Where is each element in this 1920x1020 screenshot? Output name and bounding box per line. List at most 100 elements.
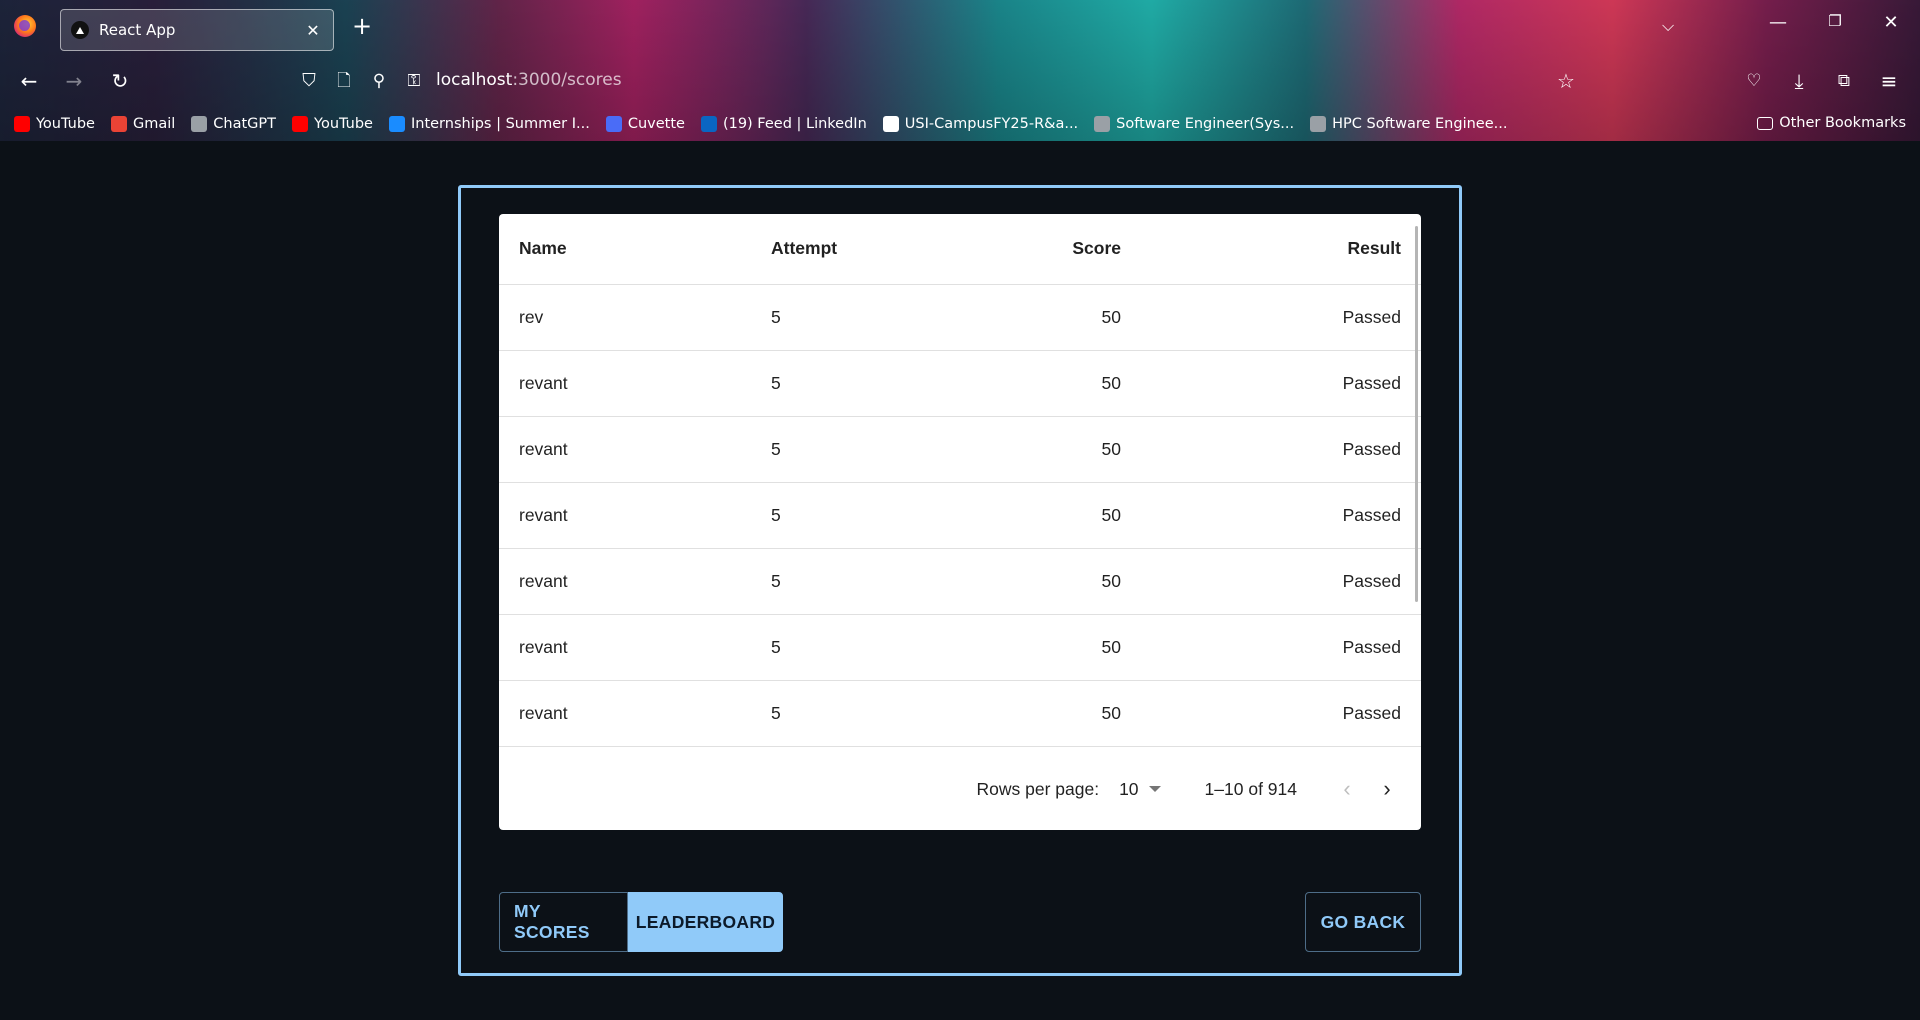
- tab-react-app[interactable]: React App ✕: [60, 9, 334, 51]
- bookmark-item[interactable]: (19) Feed | LinkedIn: [700, 116, 867, 132]
- header-score: Score: [951, 214, 1141, 285]
- bookmark-item[interactable]: USI-CampusFY25-R&a...: [882, 116, 1078, 132]
- tab-close-icon[interactable]: ✕: [303, 21, 323, 40]
- cell-name: revant: [499, 416, 751, 483]
- chatgpt-icon: [191, 116, 208, 132]
- bookmark-item[interactable]: ChatGPT: [191, 116, 276, 132]
- bookmark-item[interactable]: Software Engineer(Sys...: [1094, 116, 1294, 132]
- table-row: revant550Passed: [499, 416, 1421, 483]
- rows-per-page-select[interactable]: 10: [1119, 778, 1161, 800]
- cell-name: revant: [499, 548, 751, 615]
- bookmark-label: Cuvette: [627, 116, 685, 132]
- react-app-favicon-icon: [71, 21, 89, 39]
- bookmark-item[interactable]: Cuvette: [605, 116, 685, 132]
- back-arrow-icon[interactable]: ←: [16, 68, 42, 94]
- page-content: Name Attempt Score Result rev 5 50 Passed re…: [0, 141, 1920, 1020]
- minimize-icon[interactable]: —: [1763, 12, 1793, 33]
- cell-result: Passed: [1141, 680, 1421, 747]
- tab-bar: React App ✕ + ⌵ — ❐ ✕: [0, 0, 1920, 54]
- next-page-button[interactable]: ›: [1367, 769, 1407, 809]
- bookmark-label: YouTube: [36, 116, 95, 132]
- table-scrollbar[interactable]: [1415, 226, 1418, 602]
- table-row: rev 5 50 Passed: [499, 284, 1421, 351]
- cell-result: Passed: [1141, 284, 1421, 351]
- cell-score: 50: [951, 416, 1141, 483]
- cell-result: Passed: [1141, 482, 1421, 549]
- cell-score: 50: [951, 284, 1141, 351]
- cell-score: 50: [951, 680, 1141, 747]
- bookmark-item[interactable]: Internships | Summer I...: [388, 116, 590, 132]
- table-row: revant550Passed: [499, 482, 1421, 549]
- cell-attempt: 5: [751, 416, 951, 483]
- page-icon: [1310, 116, 1327, 132]
- bookmark-label: ChatGPT: [213, 116, 277, 132]
- bookmark-item[interactable]: YouTube: [292, 116, 373, 132]
- key-icon[interactable]: ⚿: [401, 68, 427, 94]
- new-tab-icon[interactable]: +: [350, 14, 374, 38]
- table-header-row: Name Attempt Score Result: [499, 214, 1421, 285]
- permissions-icon[interactable]: ⚲: [366, 68, 392, 94]
- cuvette-icon: [605, 116, 622, 132]
- cell-result: Passed: [1141, 416, 1421, 483]
- bookmark-star-icon[interactable]: ☆: [1553, 68, 1579, 94]
- scores-table: Name Attempt Score Result rev 5 50 Passed re…: [499, 214, 1421, 747]
- cell-attempt: 5: [751, 548, 951, 615]
- chevron-right-icon: ›: [1383, 776, 1391, 801]
- my-scores-button[interactable]: MY SCORES: [499, 892, 628, 952]
- shield-icon[interactable]: ⛉: [296, 68, 322, 94]
- restore-icon[interactable]: ❐: [1820, 12, 1850, 30]
- bookmark-label: Gmail: [132, 116, 176, 132]
- header-name: Name: [499, 214, 751, 285]
- other-bookmarks-label: Other Bookmarks: [1779, 115, 1906, 131]
- previous-page-button[interactable]: ‹: [1327, 769, 1367, 809]
- gmail-icon: [110, 116, 127, 132]
- table-scroll-area[interactable]: Name Attempt Score Result rev 5 50 Passed re…: [499, 214, 1421, 747]
- scores-panel: Name Attempt Score Result rev 5 50 Passed re…: [458, 185, 1462, 976]
- cell-name: revant: [499, 614, 751, 681]
- bookmark-label: (19) Feed | LinkedIn: [722, 116, 867, 132]
- cell-score: 50: [951, 548, 1141, 615]
- reload-icon[interactable]: ↻: [107, 68, 133, 94]
- cell-score: 50: [951, 746, 1141, 747]
- menu-hamburger-icon[interactable]: ≡: [1876, 68, 1902, 94]
- caret-down-icon: [1148, 786, 1161, 792]
- cell-attempt: 5: [751, 482, 951, 549]
- rows-per-page-value: 10: [1119, 778, 1139, 799]
- forward-arrow-icon[interactable]: →: [61, 68, 87, 94]
- table-row: revant550Passed: [499, 548, 1421, 615]
- linkedin-icon: [700, 116, 717, 132]
- youtube-icon: [14, 116, 30, 132]
- cell-attempt: 5: [751, 284, 951, 351]
- download-icon[interactable]: ⤓: [1786, 68, 1812, 94]
- url-path: :3000/scores: [512, 70, 622, 90]
- bookmark-item[interactable]: HPC Software Enginee...: [1310, 116, 1507, 132]
- cell-attempt: 5: [751, 350, 951, 417]
- table-row: revant550Passed: [499, 350, 1421, 417]
- cell-result: Passed: [1141, 746, 1421, 747]
- cell-name: revant: [499, 680, 751, 747]
- bookmark-label: Internships | Summer I...: [410, 116, 590, 132]
- chevron-down-icon[interactable]: ⌵: [1662, 16, 1674, 36]
- chevron-left-icon: ‹: [1343, 776, 1351, 801]
- other-bookmarks-folder[interactable]: Other Bookmarks: [1757, 115, 1906, 131]
- bookmarks-bar: YouTube Gmail ChatGPT YouTube Internships | …: [0, 110, 1920, 138]
- url-bar[interactable]: localhost:3000/scores: [436, 70, 622, 90]
- page-icon[interactable]: 🗋: [331, 68, 357, 94]
- pocket-icon[interactable]: ♡: [1741, 68, 1767, 94]
- cell-name: revant: [499, 482, 751, 549]
- firefox-logo-icon[interactable]: [14, 15, 36, 37]
- scores-table-card: Name Attempt Score Result rev 5 50 Passed re…: [499, 214, 1421, 830]
- leaderboard-button[interactable]: LEADERBOARD: [628, 892, 783, 952]
- bookmark-item[interactable]: YouTube: [14, 116, 95, 132]
- close-window-icon[interactable]: ✕: [1876, 12, 1906, 33]
- go-back-button[interactable]: GO BACK: [1305, 892, 1421, 952]
- navigation-bar: ← → ↻ ⛉ 🗋 ⚲ ⚿ localhost:3000/scores ☆ ♡ …: [0, 58, 1920, 104]
- table-row: revant550Passed: [499, 614, 1421, 681]
- bookmark-item[interactable]: Gmail: [110, 116, 176, 132]
- extensions-icon[interactable]: ⧉: [1831, 68, 1857, 94]
- cell-score: 50: [951, 614, 1141, 681]
- cell-result: Passed: [1141, 548, 1421, 615]
- scores-toggle-group: MY SCORES LEADERBOARD: [499, 892, 783, 952]
- tab-title: React App: [99, 21, 176, 39]
- cell-attempt: 5: [751, 680, 951, 747]
